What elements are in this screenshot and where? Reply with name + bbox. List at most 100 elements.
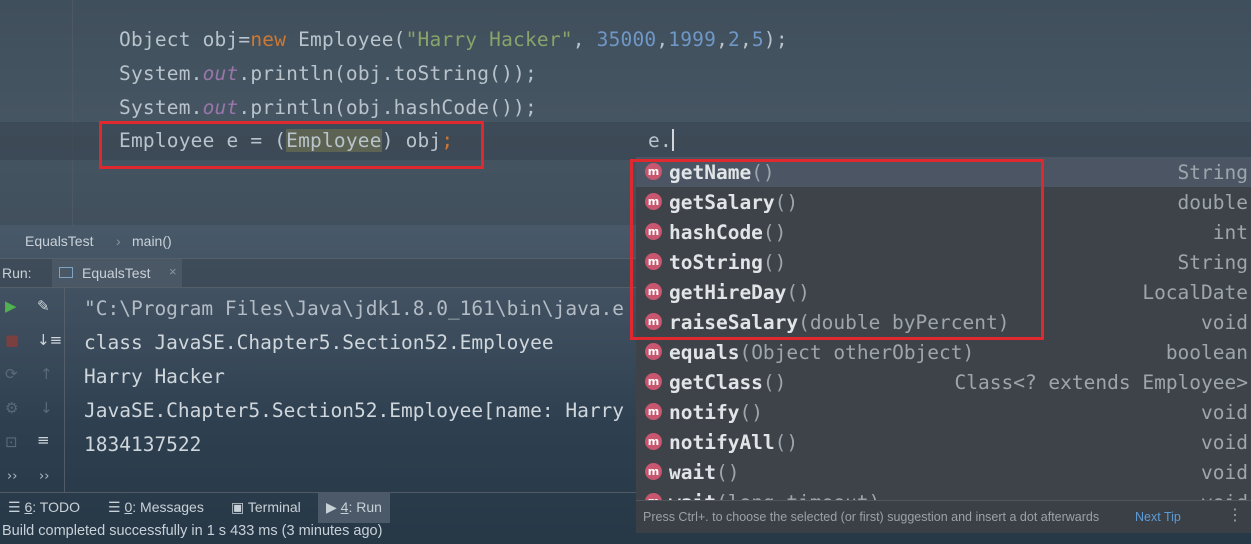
code-line-2[interactable]: System.out.println(obj.toString());	[119, 62, 537, 85]
breadcrumb: EqualsTest › main()	[0, 228, 636, 254]
console-line: class JavaSE.Chapter5.Section52.Employee	[84, 331, 554, 354]
number-literal: 5	[751, 28, 764, 51]
method-name: getClass	[669, 371, 763, 394]
run-tab-equalstest[interactable]: EqualsTest ×	[52, 259, 182, 287]
code-token: .println(obj.hashCode());	[238, 96, 537, 119]
run-toolbar-left: ▶ ■ ⟳ ⚙ ⊡ ››	[0, 287, 28, 492]
console-line: JavaSE.Chapter5.Section52.Employee[name:…	[84, 399, 625, 422]
typed-text[interactable]: e.	[648, 129, 674, 152]
status-bar: Build completed successfully in 1 s 433 …	[0, 520, 636, 544]
completion-item[interactable]: mwait(long timeout)void	[636, 487, 1251, 500]
keyword-new: new	[250, 28, 287, 51]
list-icon: ☰	[8, 499, 25, 515]
static-field: out	[202, 96, 239, 119]
code-token: Employee(	[286, 28, 406, 51]
method-icon: m	[645, 373, 662, 390]
code-token: ,	[739, 28, 752, 51]
code-token: );	[763, 28, 788, 51]
run-label: Run:	[2, 265, 32, 281]
method-params: ()	[774, 431, 799, 454]
number-literal: 2	[728, 28, 740, 51]
code-token: ,	[656, 28, 669, 51]
settings-icon[interactable]: ⚙	[5, 399, 18, 417]
method-name: wait	[669, 491, 716, 500]
completion-item[interactable]: m getClass() Class<? extends Employee>	[636, 367, 1251, 397]
down-icon[interactable]: ↓	[40, 399, 53, 417]
console-line: "C:\Program Files\Java\jdk1.8.0_161\bin\…	[84, 297, 625, 320]
return-type: double	[1177, 191, 1248, 214]
number-literal: 35000	[596, 28, 657, 51]
stop-icon[interactable]: ■	[5, 331, 19, 349]
breadcrumb-class[interactable]: EqualsTest	[25, 233, 93, 249]
up-icon[interactable]: ↑	[40, 365, 53, 383]
return-type: boolean	[1165, 341, 1248, 364]
completion-item-name: wait(long timeout)	[669, 491, 880, 500]
number-literal: 1999	[668, 28, 717, 51]
clear-all-icon[interactable]: ✎	[37, 297, 50, 315]
completion-item[interactable]: m notify() void	[636, 397, 1251, 427]
method-params: ()	[739, 401, 763, 424]
restore-layout-icon[interactable]: ⊡	[5, 433, 18, 451]
return-type: Class<? extends Employee>	[954, 371, 1249, 394]
method-name: wait	[669, 461, 716, 484]
completion-item-name: getClass()	[669, 371, 786, 394]
return-type: void	[1201, 401, 1248, 424]
method-params: (long timeout)	[716, 491, 880, 500]
method-icon: m	[645, 403, 662, 420]
console-line: 1834137522	[84, 433, 202, 456]
run-icon: ▶	[326, 499, 341, 515]
string-literal: "Harry Hacker"	[405, 28, 573, 51]
run-toolwindow-header: Run: EqualsTest ×	[0, 258, 636, 288]
method-name: notify	[669, 401, 740, 424]
close-icon[interactable]: ×	[169, 264, 177, 279]
run-toolbar-right: ✎ ↓≡ ↑ ↓ ≡ ››	[30, 287, 65, 492]
method-params: ()	[762, 371, 787, 394]
completion-item[interactable]: m notifyAll() void	[636, 427, 1251, 457]
method-name: equals	[669, 341, 740, 364]
next-tip-link[interactable]: Next Tip	[1135, 510, 1181, 524]
code-token: System.	[119, 96, 203, 119]
method-name: notifyAll	[669, 431, 775, 454]
code-line-3[interactable]: System.out.println(obj.hashCode());	[119, 96, 537, 119]
console-line: Harry Hacker	[84, 365, 225, 388]
more-icon[interactable]: ››	[7, 469, 17, 484]
code-token: .println(obj.toString());	[238, 62, 537, 85]
code-token: ,	[572, 28, 597, 51]
more-options-icon[interactable]: ⋮	[1227, 505, 1243, 525]
breadcrumb-method[interactable]: main()	[132, 233, 172, 249]
method-icon: m	[645, 493, 662, 500]
return-type: void	[1201, 431, 1248, 454]
return-type: void	[1201, 461, 1248, 484]
completion-item[interactable]: m wait() void	[636, 457, 1251, 487]
run-icon[interactable]: ▶	[5, 297, 17, 315]
completion-item-name: wait()	[669, 461, 739, 484]
more-icon[interactable]: ››	[39, 469, 49, 484]
editor-gutter-divider	[72, 0, 73, 225]
breadcrumb-separator: ›	[116, 233, 121, 249]
static-field: out	[202, 62, 239, 85]
completion-item[interactable]: m equals(Object otherObject) boolean	[636, 337, 1251, 367]
return-type: int	[1212, 221, 1248, 244]
code-line-1[interactable]: Object obj=new Employee("Harry Hacker", …	[119, 28, 788, 51]
status-message[interactable]: Build completed successfully in 1 s 433 …	[2, 523, 382, 539]
completion-item-name: notifyAll()	[669, 431, 798, 454]
terminal-tab[interactable]: ▣ Terminal	[231, 499, 301, 516]
messages-tab[interactable]: ☰ 0: Messages	[108, 499, 204, 516]
method-icon: m	[645, 463, 662, 480]
code-token: ,	[716, 28, 729, 51]
completion-item-name: notify()	[669, 401, 763, 424]
method-icon: m	[645, 433, 662, 450]
text-caret	[671, 129, 674, 151]
return-type: String	[1177, 251, 1248, 274]
completion-item-name: equals(Object otherObject)	[669, 341, 974, 364]
annotation-box-methods	[630, 159, 1044, 340]
todo-tab[interactable]: ☰ 6: TODO	[8, 499, 80, 516]
sort-icon[interactable]: ↓≡	[37, 331, 62, 349]
code-token: System.	[119, 62, 203, 85]
messages-icon: ☰	[108, 499, 125, 515]
rerun-icon[interactable]: ⟳	[5, 365, 18, 383]
return-type: void	[1201, 311, 1248, 334]
soft-wrap-icon[interactable]: ≡	[37, 431, 50, 449]
run-tab-label: EqualsTest	[82, 265, 151, 281]
run-tab[interactable]: ▶ 4: Run	[318, 493, 390, 523]
